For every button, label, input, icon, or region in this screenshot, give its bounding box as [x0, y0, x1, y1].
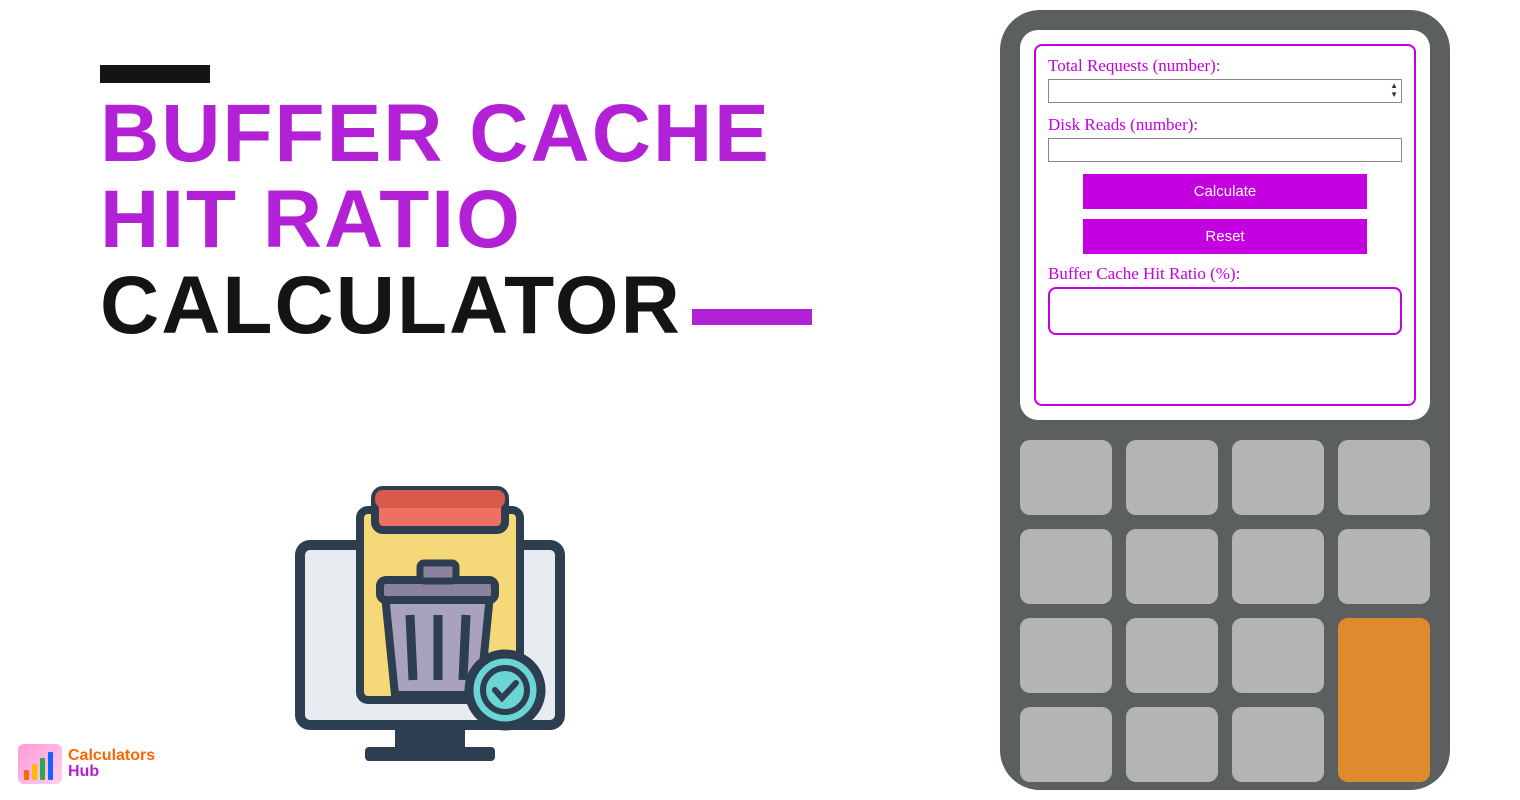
disk-reads-input[interactable] [1048, 138, 1402, 162]
monitor-trash-icon [280, 475, 600, 765]
logo-icon [18, 744, 62, 784]
key[interactable] [1338, 529, 1430, 604]
logo-text: Calculators Hub [68, 748, 155, 780]
brand-logo: Calculators Hub [18, 744, 155, 784]
calculator-device: Total Requests (number): ▲▼ Disk Reads (… [1000, 10, 1450, 790]
logo-bars-icon [24, 752, 53, 780]
title-line-1: Buffer Cache [100, 91, 812, 177]
total-requests-wrap: ▲▼ [1048, 79, 1402, 115]
key[interactable] [1232, 529, 1324, 604]
key[interactable] [1232, 707, 1324, 782]
key[interactable] [1126, 707, 1218, 782]
key[interactable] [1338, 440, 1430, 515]
result-output [1048, 287, 1402, 335]
cache-illustration [280, 475, 600, 770]
key[interactable] [1126, 440, 1218, 515]
calculate-button[interactable]: Calculate [1083, 174, 1366, 209]
key[interactable] [1232, 440, 1324, 515]
title-line-2: Hit Ratio [100, 177, 812, 263]
key[interactable] [1126, 529, 1218, 604]
key[interactable] [1020, 529, 1112, 604]
reset-button[interactable]: Reset [1083, 219, 1366, 254]
key[interactable] [1020, 618, 1112, 693]
title-line-3: Calculator [100, 260, 682, 351]
disk-reads-label: Disk Reads (number): [1048, 115, 1402, 135]
logo-text-top: Calculators [68, 748, 155, 764]
key[interactable] [1020, 440, 1112, 515]
calculator-screen: Total Requests (number): ▲▼ Disk Reads (… [1020, 30, 1430, 420]
decorative-underline [692, 309, 812, 325]
decorative-bar-top [100, 65, 210, 83]
key[interactable] [1232, 618, 1324, 693]
title-block: Buffer Cache Hit Ratio Calculator [100, 65, 812, 349]
total-requests-input[interactable] [1048, 79, 1402, 103]
calculator-form: Total Requests (number): ▲▼ Disk Reads (… [1034, 44, 1416, 406]
key[interactable] [1126, 618, 1218, 693]
calculator-keypad [1020, 440, 1430, 782]
key-equals[interactable] [1338, 618, 1430, 782]
total-requests-label: Total Requests (number): [1048, 56, 1402, 76]
result-label: Buffer Cache Hit Ratio (%): [1048, 264, 1402, 284]
logo-text-bottom: Hub [68, 764, 155, 780]
key[interactable] [1020, 707, 1112, 782]
title-line-3-wrap: Calculator [100, 263, 812, 349]
